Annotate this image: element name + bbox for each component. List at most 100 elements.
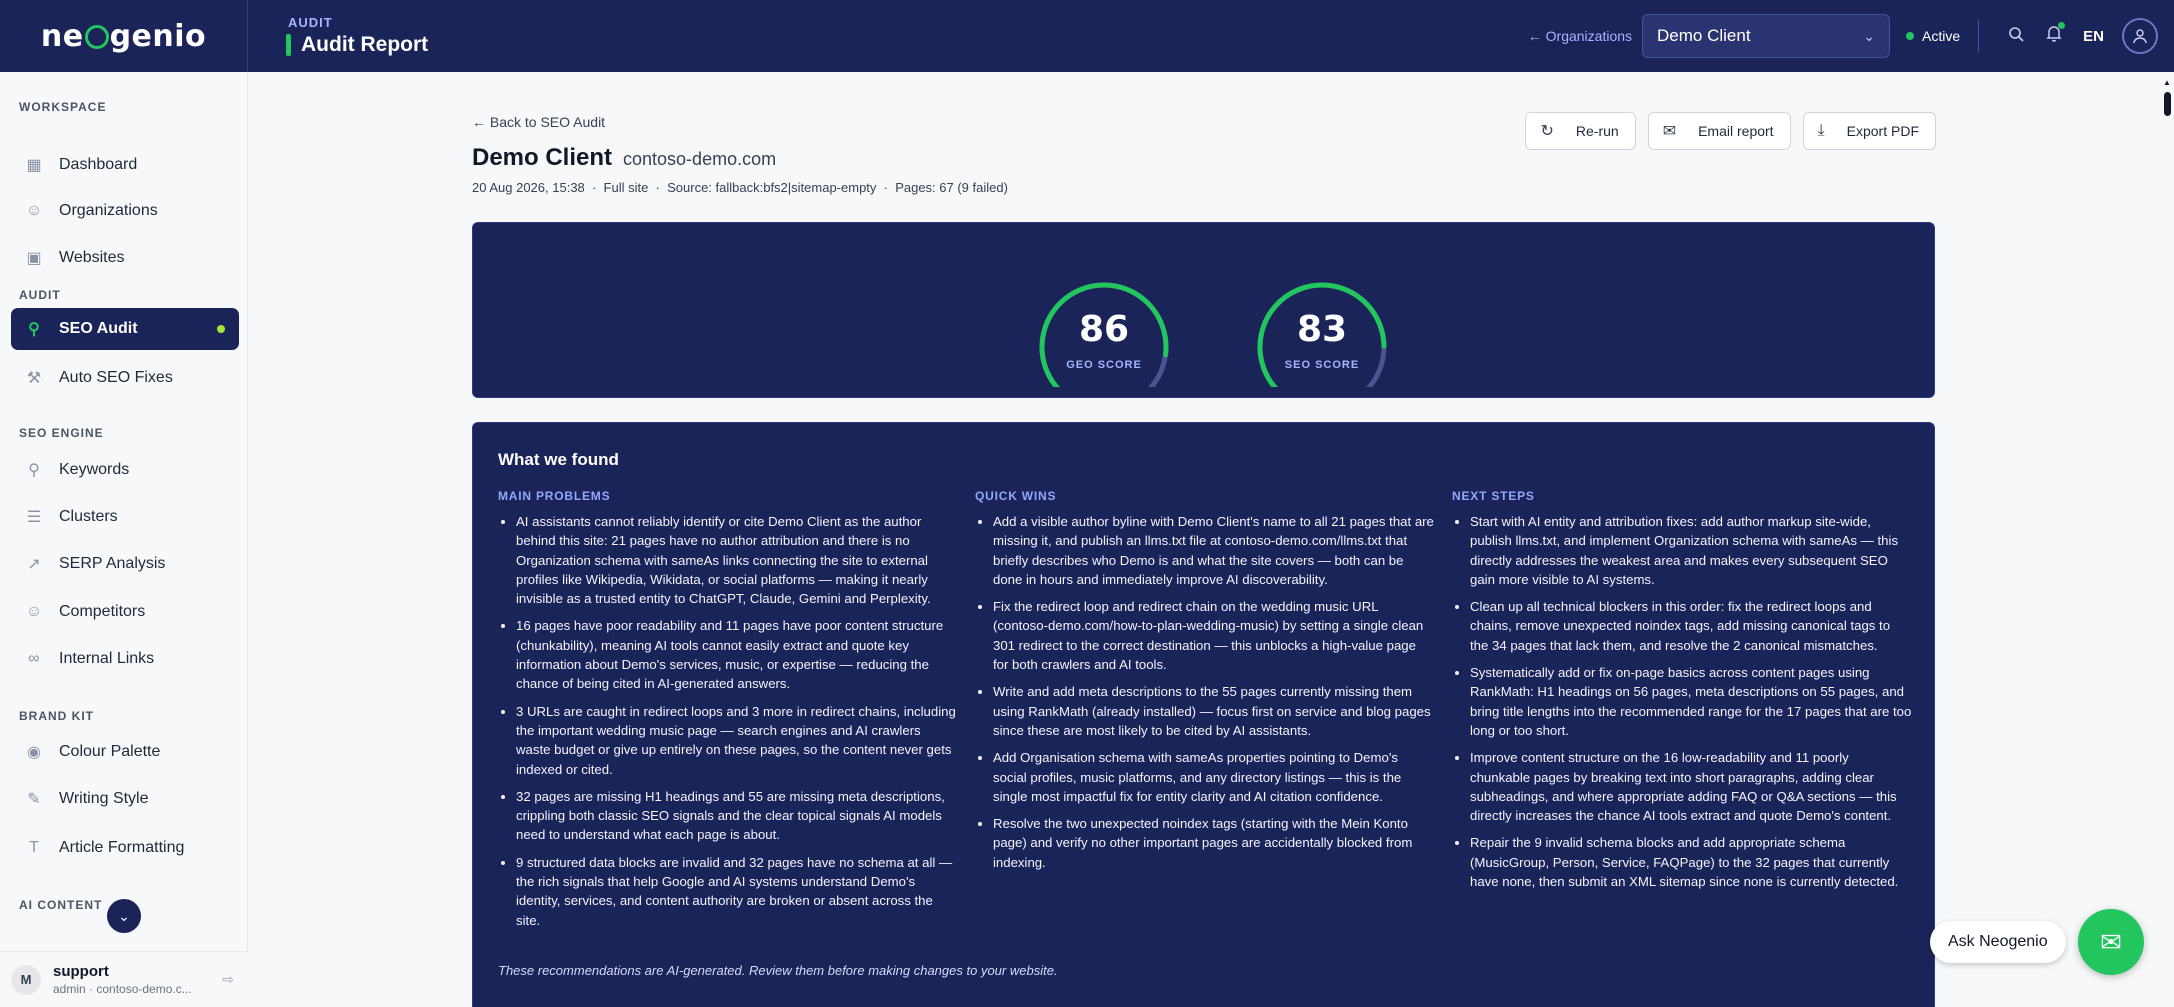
pen-icon: ✎ [27,791,41,808]
sidebar-item-keywords[interactable]: ⚲ Keywords [11,449,239,491]
status-indicator: Active [1906,28,1960,44]
findings-list: Add a visible author byline with Demo Cl… [975,512,1435,872]
organization-select[interactable]: Demo Client ⌄ [1642,14,1891,58]
sidebar-item-article-formatting[interactable]: T Article Formatting [11,827,239,869]
sidebar-item-label: Competitors [59,603,146,620]
sidebar-item-label: Colour Palette [59,743,161,760]
search-icon: ⚲ [28,321,40,338]
logo-area[interactable]: ne genio [0,0,248,72]
browser-icon: ▣ [26,250,42,267]
findings-card: What we found MAIN PROBLEMS AI assistant… [472,422,1935,1007]
sidebar-item-label: SEO Audit [59,320,138,337]
link-icon: ∞ [28,650,40,667]
organization-select-value: Demo Client [1657,26,1751,45]
sidebar-item-competitors[interactable]: ☺ Competitors [11,591,239,633]
section-brand-kit: BRAND KIT [19,709,94,723]
bell-icon[interactable] [2046,22,2066,47]
status-label: Active [1922,28,1961,44]
section-workspace: WORKSPACE [19,100,107,114]
geo-score-value: 86 [1078,309,1130,350]
user-panel[interactable]: M support admin · contoso-demo.c... ⇨ [0,951,248,1007]
logout-icon[interactable]: ⇨ [222,971,234,988]
user-icon [2133,29,2147,44]
sidebar-item-auto-seo-fixes[interactable]: ⚒ Auto SEO Fixes [11,357,239,399]
scrollbar-thumb[interactable] [2164,92,2171,116]
sidebar-item-label: Auto SEO Fixes [59,369,173,386]
page-header: AUDIT Audit Report [286,15,429,57]
collapse-sidebar-button[interactable]: ⌄ [107,899,141,933]
findings-list: Start with AI entity and attribution fix… [1452,512,1912,891]
ask-assistant-button[interactable]: Ask Neogenio [1930,921,2066,963]
list-item: 16 pages have poor readability and 11 pa… [516,616,958,693]
top-bar: ne genio AUDIT Audit Report ← Organizatio… [0,0,2174,72]
sidebar-item-seo-audit[interactable]: ⚲ SEO Audit [11,308,239,350]
sidebar-item-clusters[interactable]: ☰ Clusters [11,496,239,538]
user-avatar-button[interactable] [2122,18,2158,54]
avatar: M [11,964,41,995]
seo-score-gauge: 83 SEO SCORE [1252,277,1392,387]
sidebar-item-colour-palette[interactable]: ◉ Colour Palette [11,731,239,773]
sidebar-item-label: Writing Style [59,790,149,807]
user-name: support [53,963,109,980]
language-switch[interactable]: EN [2083,28,2104,45]
arrow-left-icon: ← [472,114,490,130]
title-accent-bar [286,34,291,56]
palette-icon: ◉ [27,744,41,761]
search-icon: ⚲ [28,462,40,479]
list-item: Systematically add or fix on-page basics… [1470,663,1912,740]
sidebar-item-label: Internal Links [59,650,155,667]
findings-column-next-steps: NEXT STEPS Start with AI entity and attr… [1452,489,1912,899]
page-title: Audit Report [301,33,429,56]
email-report-button[interactable]: ✉ Email report [1647,112,1791,150]
sidebar-item-label: Dashboard [59,156,138,173]
notification-dot [2058,22,2066,29]
list-item: Clean up all technical blockers in this … [1470,597,1912,655]
email-label: Email report [1698,123,1774,139]
list-item: Resolve the two unexpected noindex tags … [993,814,1435,872]
sidebar-item-label: Clusters [59,508,118,525]
chat-icon: ✉ [2100,926,2122,957]
user-info: support admin · contoso-demo.c... [53,963,192,996]
score-card: 86 GEO SCORE 83 SEO SCORE [472,222,1935,398]
list-item: Repair the 9 invalid schema blocks and a… [1470,833,1912,891]
sidebar-item-label: SERP Analysis [59,555,166,572]
chevron-down-icon: ⌄ [118,907,130,924]
client-name: Demo Client [472,144,613,171]
sidebar-item-dashboard[interactable]: ▦ Dashboard [11,144,239,186]
rerun-button[interactable]: ↻ Re-run [1525,112,1636,150]
page-scrollbar[interactable]: ▲ [2160,72,2174,1007]
user-role: admin · contoso-demo.c... [53,982,192,996]
organizations-link[interactable]: ← Organizations [1528,28,1632,44]
users-icon: ☺ [25,202,43,219]
search-icon[interactable] [2008,26,2024,47]
export-pdf-button[interactable]: ⤓ Export PDF [1802,112,1936,150]
chevron-down-icon: ⌄ [1863,27,1876,44]
column-heading: MAIN PROBLEMS [498,489,611,503]
back-link[interactable]: ← Back to SEO Audit [472,114,605,130]
wrench-icon: ⚒ [26,370,42,387]
logo[interactable]: ne genio [41,19,206,54]
sidebar-item-writing-style[interactable]: ✎ Writing Style [11,778,239,820]
sidebar-item-serp-analysis[interactable]: ↗ SERP Analysis [11,543,239,585]
main-content: ← Back to SEO Audit Demo Client contoso-… [248,72,2174,1007]
export-label: Export PDF [1846,123,1919,139]
sidebar-item-internal-links[interactable]: ∞ Internal Links [11,638,239,680]
column-heading: NEXT STEPS [1452,489,1535,503]
chat-launcher-button[interactable]: ✉ [2078,909,2144,975]
sidebar-item-label: Article Formatting [59,839,185,856]
sidebar-item-websites[interactable]: ▣ Websites [11,237,239,279]
list-item: Start with AI entity and attribution fix… [1470,512,1912,589]
list-item: AI assistants cannot reliably identify o… [516,512,958,608]
users-icon: ☺ [25,603,43,620]
status-dot [1906,32,1915,40]
list-item: Fix the redirect loop and redirect chain… [993,597,1435,674]
findings-column-quick-wins: QUICK WINS Add a visible author byline w… [975,489,1435,880]
list-item: 3 URLs are caught in redirect loops and … [516,702,958,779]
refresh-icon: ↻ [1540,123,1554,140]
sidebar-item-organizations[interactable]: ☺ Organizations [11,190,239,232]
column-heading: QUICK WINS [975,489,1057,503]
audit-meta: 20 Aug 2026, 15:38 · Full site · Source:… [472,180,1008,195]
sidebar: WORKSPACE ▦ Dashboard ☺ Organizations ▣ Web… [0,72,248,1007]
divider [1978,20,1980,52]
scroll-up-icon[interactable]: ▲ [2163,78,2171,87]
